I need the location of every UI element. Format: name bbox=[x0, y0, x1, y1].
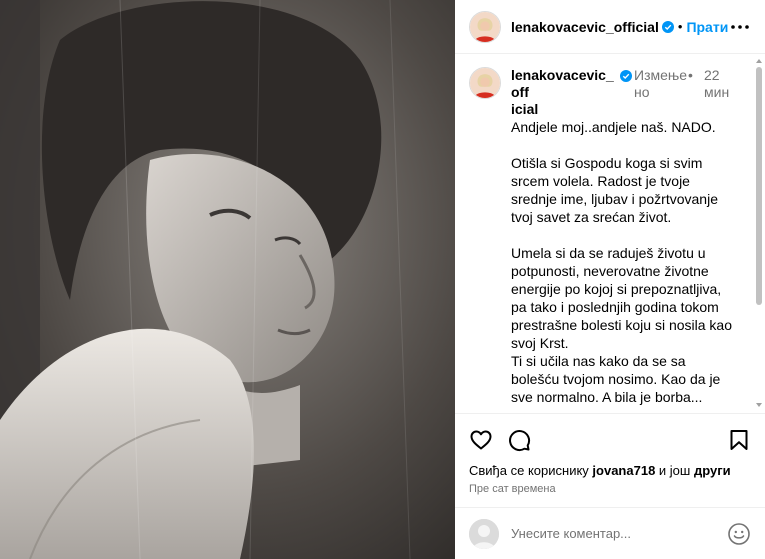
separator-dot: • bbox=[677, 19, 683, 34]
edited-part1: Измење bbox=[634, 67, 688, 83]
likes-user-link[interactable]: jovana718 bbox=[592, 463, 655, 478]
post-header: lenakovacevic_official • Прати bbox=[455, 0, 765, 54]
comment-input[interactable] bbox=[511, 526, 727, 541]
caption: lenakovacevic_off icial Измење но • 22 м… bbox=[469, 67, 735, 118]
likes-others-link[interactable]: други bbox=[694, 463, 731, 478]
photo-image bbox=[0, 0, 455, 559]
caption-username[interactable]: lenakovacevic_off icial bbox=[511, 67, 617, 118]
author-avatar[interactable] bbox=[469, 10, 501, 43]
edited-part2: но bbox=[634, 84, 650, 100]
bookmark-outline-icon[interactable] bbox=[727, 428, 751, 452]
avatar-image bbox=[470, 68, 500, 98]
author-username[interactable]: lenakovacevic_official bbox=[511, 19, 659, 35]
post-timestamp[interactable]: Пре сат времена bbox=[469, 483, 751, 495]
caption-avatar[interactable] bbox=[469, 67, 501, 99]
likes-summary: Свиђа се кориснику jovana718 и још други bbox=[469, 462, 751, 479]
follow-button[interactable]: Прати bbox=[686, 19, 728, 35]
more-horizontal-icon[interactable] bbox=[729, 16, 751, 38]
caption-username-part2: icial bbox=[511, 101, 539, 117]
current-user-avatar bbox=[469, 518, 499, 549]
post-sidebar: lenakovacevic_official • Прати lenakovac… bbox=[455, 0, 765, 559]
post-photo[interactable] bbox=[0, 0, 455, 559]
likes-middle: и још bbox=[655, 463, 694, 478]
caption-text: Andjele moj..andjele naš. NADO. Otišla s… bbox=[511, 119, 733, 405]
verified-badge-icon bbox=[661, 20, 674, 33]
heart-outline-icon[interactable] bbox=[469, 428, 493, 452]
caption-username-part1: lenakovacevic_off bbox=[511, 67, 614, 100]
comments-section[interactable]: lenakovacevic_off icial Измење но • 22 м… bbox=[455, 55, 765, 411]
verified-badge-icon bbox=[620, 70, 632, 82]
caption-dot: • bbox=[688, 67, 693, 83]
edited-label: Измење но bbox=[634, 67, 688, 101]
time-part1: 22 bbox=[704, 67, 720, 83]
scroll-up-arrow-icon[interactable] bbox=[755, 57, 763, 65]
scroll-down-arrow-icon[interactable] bbox=[755, 401, 763, 409]
comment-bubble-icon[interactable] bbox=[507, 428, 531, 452]
avatar-image bbox=[470, 11, 500, 42]
scroll-thumb[interactable] bbox=[756, 67, 762, 305]
add-comment-bar bbox=[455, 507, 765, 559]
post-actions: Свиђа се кориснику jovana718 и још други… bbox=[455, 413, 765, 495]
caption-time[interactable]: 22 мин bbox=[704, 67, 754, 101]
likes-prefix: Свиђа се кориснику bbox=[469, 463, 593, 478]
time-part2: мин bbox=[704, 84, 730, 100]
smiley-icon[interactable] bbox=[727, 522, 751, 546]
default-avatar-icon bbox=[469, 518, 499, 549]
comments-scrollbar[interactable] bbox=[755, 55, 763, 411]
